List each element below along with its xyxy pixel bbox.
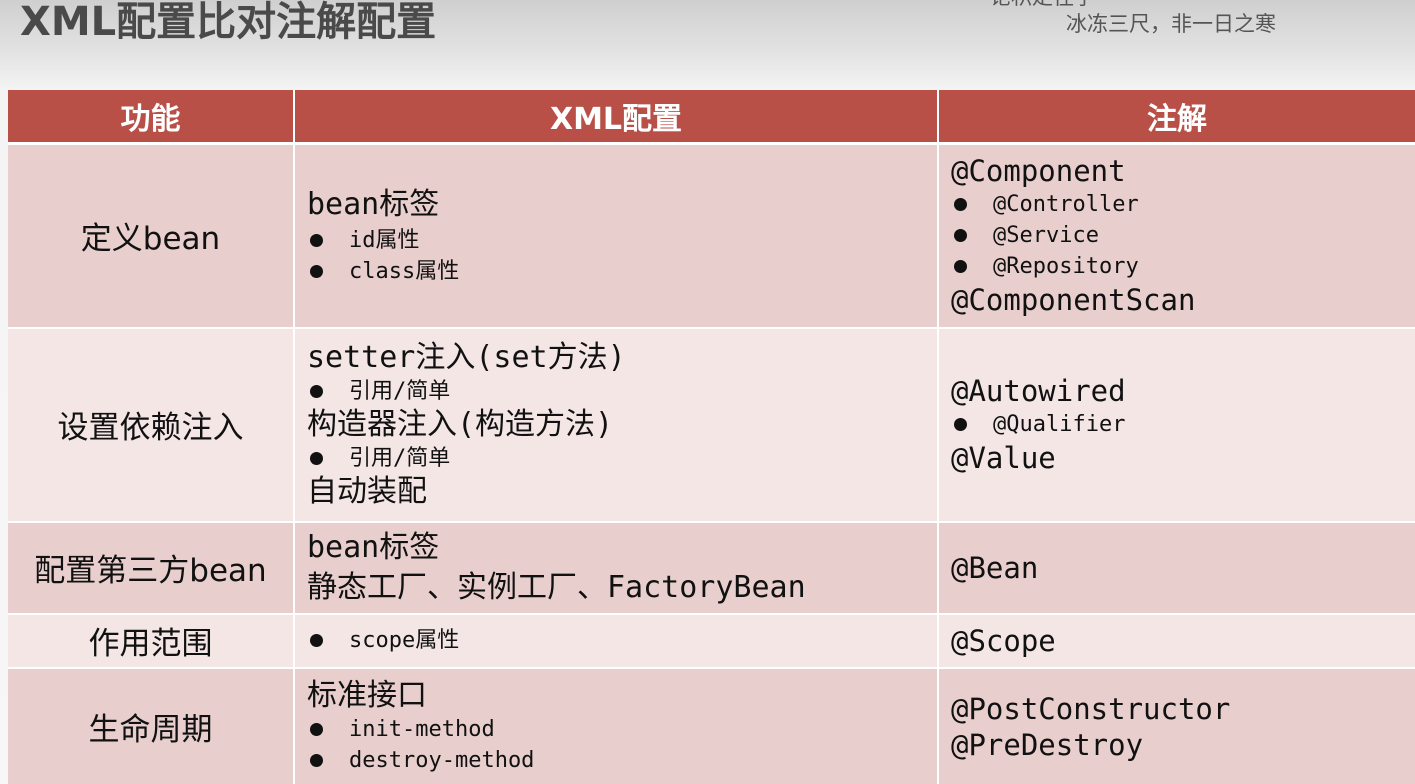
xml-bullet-list: scope属性 (307, 625, 925, 656)
xml-main-line: 构造器注入(构造方法) (307, 406, 614, 442)
function-cell: 设置依赖注入 (8, 327, 295, 523)
xml-bullet-item: init-method (307, 714, 925, 745)
xml-bullet-list: id属性 class属性 (307, 225, 925, 287)
annotation-main-line: @PreDestroy (951, 727, 1144, 762)
table-row: 作用范围 scope属性 @Scope (8, 613, 1415, 669)
annotation-main-line: @PostConstructor (951, 691, 1231, 726)
header-xml: XML配置 (294, 90, 939, 145)
annotation-bullet-list: @Qualifier (951, 409, 1403, 440)
xml-bullet-list: 引用/简单 (307, 376, 925, 407)
annotation-cell: @Component @Controller @Service @Reposit… (938, 143, 1415, 329)
annotation-bullet-item: @Repository (951, 251, 1403, 282)
table-row: 配置第三方bean bean标签 静态工厂、实例工厂、FactoryBean @… (8, 521, 1415, 615)
table-header-row: 功能 XML配置 注解 (8, 90, 1415, 145)
xml-main-line: bean标签 (307, 529, 440, 565)
annotation-main-line: @Value (951, 441, 1056, 475)
xml-main-line: setter注入(set方法) (307, 339, 626, 375)
xml-bullet-item: id属性 (307, 225, 925, 256)
xml-bullet-list: 引用/简单 (307, 443, 925, 474)
annotation-bullet-list: @Controller @Service @Repository (951, 189, 1403, 282)
header-annotation: 注解 (938, 90, 1415, 145)
comparison-table: 功能 XML配置 注解 定义bean bean标签 id属性 class属性 @… (8, 90, 1415, 784)
xml-bullet-item: scope属性 (307, 625, 925, 656)
xml-bullet-item: 引用/简单 (307, 443, 925, 474)
annotation-cell: @Autowired @Qualifier @Value (938, 327, 1415, 523)
xml-bullet-item: 引用/简单 (307, 376, 925, 407)
function-cell: 生命周期 (8, 667, 295, 784)
function-cell: 配置第三方bean (8, 521, 295, 615)
table-row: 生命周期 标准接口 init-method destroy-method @Po… (8, 667, 1415, 784)
xml-cell: scope属性 (294, 613, 939, 669)
motto-line-1: 论积走径学 (990, 0, 1095, 10)
annotation-cell: @Bean (938, 521, 1415, 615)
annotation-bullet-item: @Controller (951, 189, 1403, 220)
function-cell: 作用范围 (8, 613, 295, 669)
xml-cell: setter注入(set方法) 引用/简单 构造器注入(构造方法) 引用/简单 … (294, 327, 939, 523)
slide-title: XML配置比对注解配置 (20, 0, 437, 45)
xml-bullet-item: destroy-method (307, 745, 925, 776)
xml-cell: bean标签 id属性 class属性 (294, 143, 939, 329)
xml-main-line: 自动装配 (307, 473, 427, 509)
table-row: 定义bean bean标签 id属性 class属性 @Component @C… (8, 143, 1415, 329)
slide: XML配置比对注解配置 论积走径学 冰冻三尺，非一日之寒 功能 XML配置 注解… (0, 0, 1415, 784)
annotation-main-line: @Bean (951, 550, 1039, 585)
annotation-cell: @Scope (938, 613, 1415, 669)
xml-bullet-item: class属性 (307, 256, 925, 287)
annotation-bullet-item: @Service (951, 220, 1403, 251)
annotation-bullet-item: @Qualifier (951, 409, 1403, 440)
xml-main-line: 标准接口 (307, 677, 427, 713)
table-row: 设置依赖注入 setter注入(set方法) 引用/简单 构造器注入(构造方法)… (8, 327, 1415, 523)
motto-line-2: 冰冻三尺，非一日之寒 (1066, 12, 1276, 36)
annotation-main-line: @Scope (951, 623, 1056, 658)
xml-bullet-list: init-method destroy-method (307, 714, 925, 776)
xml-cell: 标准接口 init-method destroy-method (294, 667, 939, 784)
xml-main-line: 静态工厂、实例工厂、FactoryBean (307, 569, 806, 605)
annotation-main-line: @Autowired (951, 374, 1126, 408)
xml-cell: bean标签 静态工厂、实例工厂、FactoryBean (294, 521, 939, 615)
annotation-main-line: @ComponentScan (951, 283, 1196, 318)
header-function: 功能 (8, 90, 295, 145)
annotation-cell: @PostConstructor @PreDestroy (938, 667, 1415, 784)
xml-main-line: bean标签 (307, 186, 440, 222)
annotation-main-line: @Component (951, 154, 1126, 189)
function-cell: 定义bean (8, 143, 295, 329)
